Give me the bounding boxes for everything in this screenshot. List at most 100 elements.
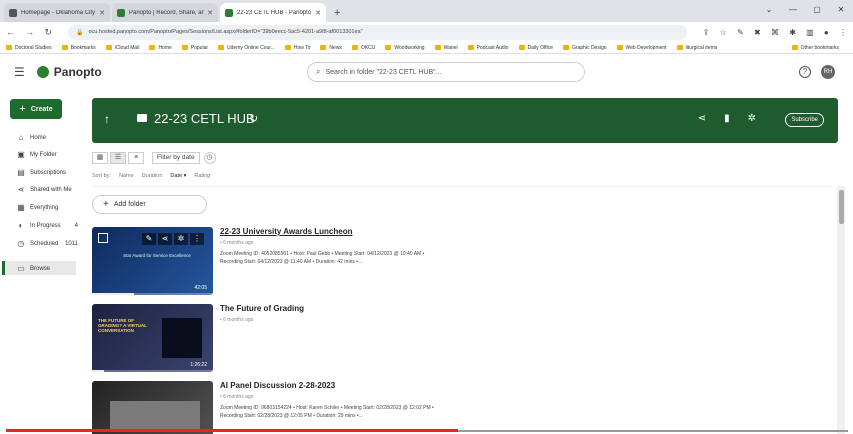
bookmark-item[interactable]: Daily Office [518,45,553,51]
scrollbar-thumb[interactable] [839,190,844,224]
tab-search-icon[interactable]: ⌄ [757,5,781,14]
menu-icon[interactable]: ⋮ [839,28,847,37]
edit-icon[interactable]: ✎ [142,233,156,245]
sort-duration[interactable]: Duration [142,173,163,179]
filter-by-date-button[interactable]: Filter by date [152,152,200,164]
video-progress-bar[interactable] [6,429,458,432]
subscribe-button[interactable]: Subscribe [785,113,824,127]
session-title[interactable]: 22-23 University Awards Luncheon [220,227,440,236]
plus-icon: + [103,199,109,210]
sidebar-item-everything[interactable]: ▦ Everything [16,203,86,212]
share-icon[interactable]: ⋖ [698,113,706,124]
share-icon[interactable]: ⇪ [703,28,710,37]
help-icon[interactable]: ? [799,66,811,78]
sidebar-item-browse[interactable]: ▭ Browse [16,264,86,273]
bookmark-item[interactable]: Home [149,45,172,51]
bookmark-item[interactable]: Bookmarks [61,45,96,51]
browse-folder-icon: ▭ [17,264,25,273]
sidebar: + Create ⌂ Home ▣ My Folder ▤ Subscriptions … [0,89,84,434]
list-item[interactable]: THE FUTURE OF GRADING? A VIRTUAL CONVERS… [92,304,792,374]
count-badge: 4 [74,222,78,229]
address-bar[interactable]: 🔒 ocu.hosted.panopto.com/Panopto/Pages/S… [68,24,687,40]
app-header: ☰ Panopto ⌕ Search in folder "22-23 CETL… [0,55,853,89]
up-arrow-icon[interactable]: ↑ [104,112,110,126]
close-icon[interactable]: ✕ [207,9,213,17]
minimize-icon[interactable]: — [781,5,805,14]
close-icon[interactable]: ✕ [99,9,105,17]
nav-buttons: ← → ↻ [6,27,60,38]
sort-name[interactable]: Name [119,173,134,179]
bookmark-item[interactable]: Graphic Design [563,45,607,51]
sidebar-item-home[interactable]: ⌂ Home [16,133,86,142]
sidebar-item-my-folder[interactable]: ▣ My Folder [16,150,86,159]
extension-icon[interactable]: ▥ [806,28,814,37]
bookmark-item[interactable]: Woodworking [385,45,425,51]
home-icon: ⌂ [18,133,24,142]
bookmark-item[interactable]: News [320,45,342,51]
extension-icon[interactable]: ⌘ [771,28,779,37]
add-folder-button[interactable]: + Add folder [92,195,207,214]
panopto-logo[interactable]: Panopto [36,65,102,79]
browser-tab-cetl-hub[interactable]: 22-23 CETL HUB - Panopto ✕ [220,3,326,22]
session-title[interactable]: The Future of Grading [220,304,304,313]
other-bookmarks[interactable]: Other bookmarks [791,45,839,51]
extension-icon[interactable]: ✎ [737,28,744,37]
bookmark-item[interactable]: Web Development [616,45,667,51]
share-icon[interactable]: ⋖ [158,233,172,245]
profile-icon[interactable]: ● [824,28,829,37]
settings-gear-icon[interactable]: ✲ [174,233,188,245]
star-icon[interactable]: ☆ [720,28,727,37]
session-thumbnail[interactable]: THE FUTURE OF GRADING? A VIRTUAL CONVERS… [92,304,213,372]
extension-icon[interactable]: ✱ [789,28,796,37]
detail-view-icon[interactable]: ☰ [110,152,126,164]
select-checkbox[interactable] [98,233,108,243]
stats-icon[interactable]: ▮ [724,113,730,124]
sort-row: Sort by: Name Duration Date ▾ Rating [92,173,218,179]
bookmark-item[interactable]: OKCU [351,45,375,51]
sidebar-item-subscriptions[interactable]: ▤ Subscriptions [16,168,86,177]
bookmark-item[interactable]: How To [284,45,310,51]
forward-icon[interactable]: → [25,27,34,37]
session-age: • 6 months ago [220,240,254,246]
new-tab-button[interactable]: + [334,7,340,19]
list-item[interactable]: ✎ ⋖ ✲ ⋮ Star Award for Service Excellenc… [92,227,792,297]
settings-gear-icon[interactable]: ✲ [748,113,756,124]
sidebar-item-in-progress[interactable]: ◐ In Progress 4 [16,221,86,230]
avatar[interactable]: RH [821,65,835,79]
bookmark-item[interactable]: Udemy Online Cour... [218,45,275,51]
list-item[interactable]: AI Panel Discussion 2-28-2023 • 6 months… [92,381,792,434]
grid-view-icon[interactable]: ▦ [92,152,108,164]
session-title[interactable]: AI Panel Discussion 2-28-2023 [220,381,440,390]
bookmark-item[interactable]: Popular [181,45,208,51]
bookmark-item[interactable]: Podcast Audio [467,45,509,51]
close-icon[interactable]: ✕ [315,9,321,17]
bookmark-item[interactable]: Wanel [434,45,458,51]
bookmark-item[interactable]: liturgical items [676,45,717,51]
more-icon[interactable]: ⋮ [190,233,204,245]
create-button[interactable]: + Create [10,99,62,119]
back-icon[interactable]: ← [6,27,15,37]
progress-fill [92,370,105,372]
browser-tab-homepage[interactable]: Homepage - Oklahoma City Univ ✕ [4,3,110,22]
session-meta: Zoom Meeting ID: 4052085561 • Host: Paul… [220,251,425,265]
list-view-icon[interactable]: ≡ [128,152,144,164]
extension-icon[interactable]: ✖ [754,28,761,37]
bookmark-item[interactable]: Doctoral Studies [6,45,52,51]
browser-tab-panopto[interactable]: Panopto | Record, Share, and Ma ✕ [112,3,218,22]
maximize-icon[interactable]: ▢ [805,5,829,14]
sidebar-item-scheduled[interactable]: ◷ Scheduled 1011 [16,239,86,248]
close-window-icon[interactable]: ✕ [829,5,853,14]
refresh-icon[interactable]: ↻ [249,112,258,125]
clock-icon[interactable]: ◷ [203,152,216,164]
reload-icon[interactable]: ↻ [44,27,52,37]
sort-date[interactable]: Date ▾ [170,173,186,179]
sort-rating[interactable]: Rating [194,173,210,179]
hamburger-menu-icon[interactable]: ☰ [14,65,25,79]
logo-icon [36,66,49,78]
bookmark-item[interactable]: iCloud Mail [105,45,139,51]
sidebar-item-shared[interactable]: ⋖ Shared with Me [16,185,86,194]
session-age: • 6 months ago [220,394,254,400]
session-thumbnail[interactable]: ✎ ⋖ ✲ ⋮ Star Award for Service Excellenc… [92,227,213,295]
session-thumbnail[interactable] [92,381,213,434]
search-input[interactable]: ⌕ Search in folder "22-23 CETL HUB"... [307,62,585,82]
